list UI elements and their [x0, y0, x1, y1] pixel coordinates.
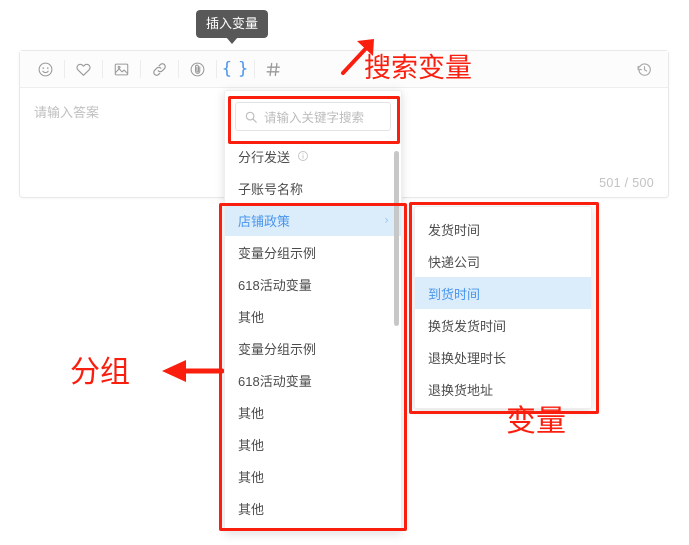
- info-icon[interactable]: [297, 150, 309, 162]
- variable-group-item[interactable]: 618活动变量: [225, 364, 401, 396]
- annotation-label-search: 搜索变量: [364, 53, 472, 84]
- variable-item-label: 快递公司: [428, 254, 481, 270]
- dropdown-scrollbar[interactable]: [394, 151, 399, 326]
- variable-group-list: 分行发送 子账号名称 店铺政策 › 变量分组示例 618活动变量 其他 变量分组示例 618活动…: [225, 140, 401, 530]
- link-icon[interactable]: [140, 51, 178, 87]
- annotation-arrow-group-icon: [162, 360, 224, 382]
- variable-group-label: 其他: [238, 469, 265, 485]
- annotation-label-group: 分组: [70, 355, 130, 390]
- variable-group-item[interactable]: 分行发送: [225, 140, 401, 172]
- variable-item[interactable]: 退换货地址: [415, 373, 591, 405]
- variable-group-item[interactable]: 变量分组示例: [225, 332, 401, 364]
- variable-group-item[interactable]: 其他: [225, 300, 401, 332]
- variable-group-label: 分行发送: [238, 149, 291, 165]
- variable-search-placeholder: 请输入关键字搜索: [264, 111, 365, 125]
- variable-item[interactable]: 快递公司: [415, 245, 591, 277]
- variable-group-item[interactable]: 变量分组示例: [225, 236, 401, 268]
- chevron-right-icon: ›: [384, 213, 389, 227]
- answer-input-placeholder: 请输入答案: [34, 105, 100, 120]
- variable-group-label: 618活动变量: [238, 373, 312, 389]
- variable-item-label: 到货时间: [428, 286, 481, 302]
- variable-item[interactable]: 发货时间: [415, 213, 591, 245]
- variable-item-label: 退换处理时长: [428, 350, 507, 366]
- variable-search-input[interactable]: 请输入关键字搜索: [235, 102, 391, 131]
- heart-icon[interactable]: [64, 51, 102, 87]
- variable-group-label: 其他: [238, 405, 265, 421]
- annotation-arrow-search-icon: [341, 39, 374, 75]
- variable-group-item[interactable]: 其他: [225, 428, 401, 460]
- variable-item-label: 换货发货时间: [428, 318, 507, 334]
- variable-item[interactable]: 退换处理时长: [415, 341, 591, 373]
- variable-group-label: 变量分组示例: [238, 245, 317, 261]
- variable-group-label: 其他: [238, 437, 265, 453]
- variable-group-label: 618活动变量: [238, 277, 312, 293]
- variable-group-item[interactable]: 店铺政策 ›: [225, 204, 401, 236]
- variable-group-label: 店铺政策: [238, 213, 291, 229]
- hash-icon[interactable]: [254, 51, 292, 87]
- variable-group-item[interactable]: 其他: [225, 492, 401, 524]
- variable-group-item[interactable]: 其他: [225, 396, 401, 428]
- search-icon: [244, 110, 258, 124]
- tooltip-arrow-icon: [226, 37, 238, 44]
- tooltip-label: 插入变量: [206, 16, 259, 31]
- braces-icon[interactable]: { }: [216, 51, 254, 87]
- history-icon[interactable]: [626, 51, 662, 87]
- annotation-label-variable: 变量: [506, 404, 566, 439]
- variable-item[interactable]: 到货时间: [415, 277, 591, 309]
- variable-group-label: 变量分组示例: [238, 341, 317, 357]
- variable-item-label: 退换货地址: [428, 382, 494, 398]
- variable-search-wrap: 请输入关键字搜索: [225, 91, 401, 140]
- variable-group-label: 子账号名称: [238, 181, 304, 197]
- variable-submenu-panel: 发货时间快递公司到货时间换货发货时间 退换处理时长 退换货地址: [414, 206, 592, 409]
- variable-group-item[interactable]: 618活动变量: [225, 268, 401, 300]
- character-counter: 501 / 500: [599, 176, 654, 190]
- variable-dropdown-panel: 请输入关键字搜索 分行发送 子账号名称 店铺政策 › 变量分组示例 618活动变量 其他 变量…: [224, 90, 402, 532]
- variable-group-label: 其他: [238, 309, 265, 325]
- variable-item[interactable]: 换货发货时间: [415, 309, 591, 341]
- emoji-icon[interactable]: [26, 51, 64, 87]
- attachment-icon[interactable]: [178, 51, 216, 87]
- variable-group-item[interactable]: 子账号名称: [225, 172, 401, 204]
- variable-group-item[interactable]: 其他: [225, 460, 401, 492]
- variable-group-label: 其他: [238, 501, 265, 517]
- insert-variable-tooltip: 插入变量: [196, 10, 269, 44]
- variable-item-label: 发货时间: [428, 222, 481, 238]
- image-icon[interactable]: [102, 51, 140, 87]
